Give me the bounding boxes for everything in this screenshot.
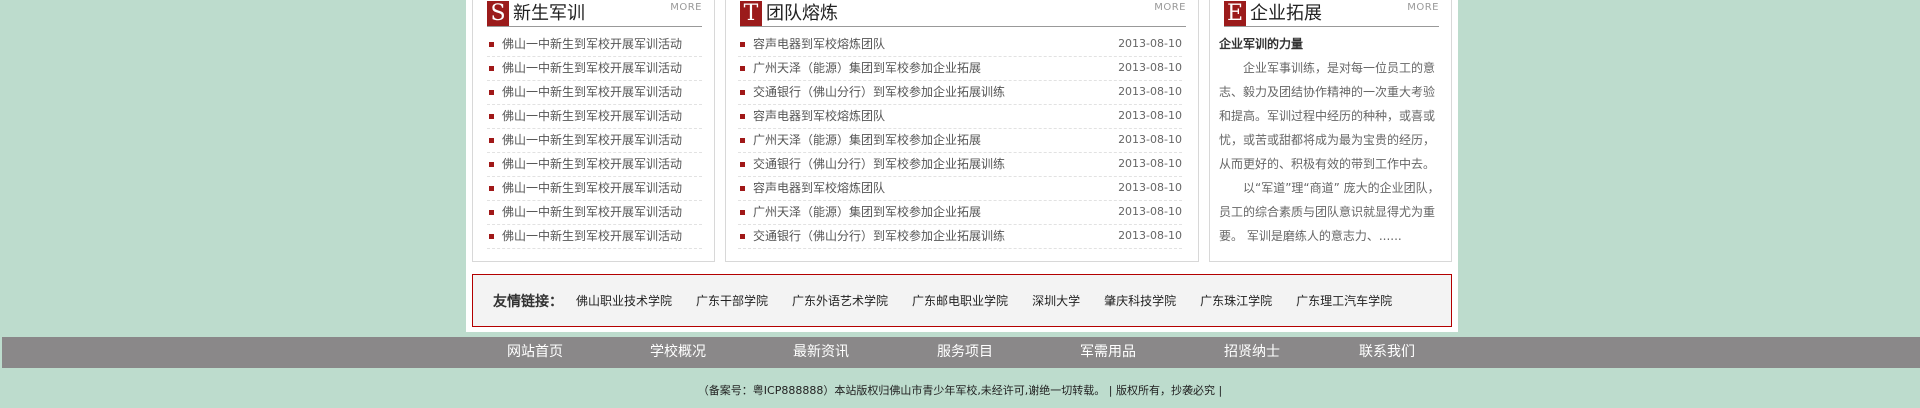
friendly-links-bar: 友情链接： 佛山职业技术学院 广东干部学院 广东外语艺术学院 广东邮电职业学院 …	[472, 274, 1452, 327]
list-item[interactable]: 佛山一中新生到军校开展军训活动	[487, 33, 702, 57]
item-date: 2013-08-10	[1118, 37, 1182, 50]
intro-paragraph: 企业军事训练，是对每一位员工的意志、毅力及团结协作精神的一次重大考验和提高。军训…	[1219, 61, 1436, 171]
list-item[interactable]: 容声电器到军校熔炼团队 2013-08-10	[738, 177, 1182, 201]
list-item[interactable]: 交通银行（佛山分行）到军校参加企业拓展训练 2013-08-10	[738, 153, 1182, 177]
footer-nav: 网站首页 学校概况 最新资讯 服务项目 军需用品 招贤纳士 联系我们	[2, 337, 1920, 368]
item-title[interactable]: 交通银行（佛山分行）到军校参加企业拓展训练	[753, 157, 1005, 171]
more-link[interactable]: MORE	[1154, 2, 1186, 13]
list-item[interactable]: 佛山一中新生到军校开展军训活动	[487, 129, 702, 153]
nav-contact[interactable]: 联系我们	[1359, 337, 1415, 368]
panel-title: 企业拓展	[1250, 3, 1322, 24]
nav-latest-news[interactable]: 最新资讯	[793, 337, 849, 368]
list-item[interactable]: 佛山一中新生到军校开展军训活动	[487, 57, 702, 81]
nav-school-overview[interactable]: 学校概况	[650, 337, 706, 368]
list-item[interactable]: 佛山一中新生到军校开展军训活动	[487, 201, 702, 225]
panel-header: E 企业拓展 MORE	[1224, 0, 1439, 27]
friend-link[interactable]: 广东珠江学院	[1200, 292, 1272, 309]
item-title[interactable]: 交通银行（佛山分行）到军校参加企业拓展训练	[753, 85, 1005, 99]
list-item[interactable]: 容声电器到军校熔炼团队 2013-08-10	[738, 33, 1182, 57]
intro-title[interactable]: 企业军训的力量	[1219, 34, 1442, 54]
nav-home[interactable]: 网站首页	[507, 337, 563, 368]
panel-enterprise-expansion: E 企业拓展 MORE 企业军训的力量 企业军事训练，是对每一位员工的意志、毅力…	[1209, 0, 1452, 262]
panel-badge: S	[487, 1, 509, 26]
friend-link[interactable]: 佛山职业技术学院	[576, 292, 672, 309]
item-title[interactable]: 容声电器到军校熔炼团队	[753, 37, 885, 51]
nav-services[interactable]: 服务项目	[937, 337, 993, 368]
list-item[interactable]: 广州天泽（能源）集团到军校参加企业拓展 2013-08-10	[738, 57, 1182, 81]
training-news-list: 佛山一中新生到军校开展军训活动 佛山一中新生到军校开展军训活动 佛山一中新生到军…	[487, 33, 702, 249]
item-date: 2013-08-10	[1118, 157, 1182, 170]
panel-team-forging: T 团队熔炼 MORE 容声电器到军校熔炼团队 2013-08-10 广州天泽（能…	[725, 0, 1199, 262]
enterprise-intro: 企业军训的力量 企业军事训练，是对每一位员工的意志、毅力及团结协作精神的一次重大…	[1219, 34, 1442, 248]
item-date: 2013-08-10	[1118, 85, 1182, 98]
list-item[interactable]: 广州天泽（能源）集团到军校参加企业拓展 2013-08-10	[738, 129, 1182, 153]
item-title[interactable]: 广州天泽（能源）集团到军校参加企业拓展	[753, 205, 981, 219]
list-item[interactable]: 佛山一中新生到军校开展军训活动	[487, 225, 702, 249]
item-title[interactable]: 广州天泽（能源）集团到军校参加企业拓展	[753, 61, 981, 75]
friend-link[interactable]: 广东干部学院	[696, 292, 768, 309]
item-date: 2013-08-10	[1118, 181, 1182, 194]
panel-header: T 团队熔炼 MORE	[740, 0, 1186, 27]
item-date: 2013-08-10	[1118, 61, 1182, 74]
item-date: 2013-08-10	[1118, 205, 1182, 218]
panel-title: 新生军训	[513, 3, 585, 24]
more-link[interactable]: MORE	[1407, 2, 1439, 13]
more-link[interactable]: MORE	[670, 2, 702, 13]
list-item[interactable]: 容声电器到军校熔炼团队 2013-08-10	[738, 105, 1182, 129]
item-date: 2013-08-10	[1118, 133, 1182, 146]
nav-military-supplies[interactable]: 军需用品	[1080, 337, 1136, 368]
friend-link[interactable]: 深圳大学	[1032, 292, 1080, 309]
friendly-links-label: 友情链接：	[493, 293, 563, 310]
panel-title: 团队熔炼	[766, 3, 838, 24]
item-date: 2013-08-10	[1118, 109, 1182, 122]
panel-new-student-training: S 新生军训 MORE 佛山一中新生到军校开展军训活动 佛山一中新生到军校开展军…	[472, 0, 715, 262]
panel-badge: E	[1224, 1, 1246, 26]
item-title[interactable]: 交通银行（佛山分行）到军校参加企业拓展训练	[753, 229, 1005, 243]
copyright-footer: （备案号：粤ICP888888）本站版权归佛山市青少年军校,未经许可,谢绝一切转…	[697, 384, 1223, 397]
nav-recruitment[interactable]: 招贤纳士	[1224, 337, 1280, 368]
panel-header: S 新生军训 MORE	[487, 0, 702, 27]
list-item[interactable]: 广州天泽（能源）集团到军校参加企业拓展 2013-08-10	[738, 201, 1182, 225]
friend-link[interactable]: 广东外语艺术学院	[792, 292, 888, 309]
item-title[interactable]: 广州天泽（能源）集团到军校参加企业拓展	[753, 133, 981, 147]
friend-link[interactable]: 广东邮电职业学院	[912, 292, 1008, 309]
item-date: 2013-08-10	[1118, 229, 1182, 242]
list-item[interactable]: 交通银行（佛山分行）到军校参加企业拓展训练 2013-08-10	[738, 225, 1182, 249]
intro-paragraph: 以“军道”理“商道” 庞大的企业团队，员工的综合素质与团队意识就显得尤为重要。 …	[1219, 181, 1440, 243]
list-item[interactable]: 佛山一中新生到军校开展军训活动	[487, 81, 702, 105]
list-item[interactable]: 佛山一中新生到军校开展军训活动	[487, 177, 702, 201]
list-item[interactable]: 佛山一中新生到军校开展军训活动	[487, 153, 702, 177]
list-item[interactable]: 交通银行（佛山分行）到军校参加企业拓展训练 2013-08-10	[738, 81, 1182, 105]
item-title[interactable]: 容声电器到军校熔炼团队	[753, 181, 885, 195]
friend-link[interactable]: 广东理工汽车学院	[1296, 292, 1392, 309]
team-news-list: 容声电器到军校熔炼团队 2013-08-10 广州天泽（能源）集团到军校参加企业拓…	[738, 33, 1182, 249]
list-item[interactable]: 佛山一中新生到军校开展军训活动	[487, 105, 702, 129]
item-title[interactable]: 容声电器到军校熔炼团队	[753, 109, 885, 123]
friend-link[interactable]: 肇庆科技学院	[1104, 292, 1176, 309]
panel-badge: T	[740, 1, 762, 26]
content-area: S 新生军训 MORE 佛山一中新生到军校开展军训活动 佛山一中新生到军校开展军…	[466, 0, 1458, 332]
